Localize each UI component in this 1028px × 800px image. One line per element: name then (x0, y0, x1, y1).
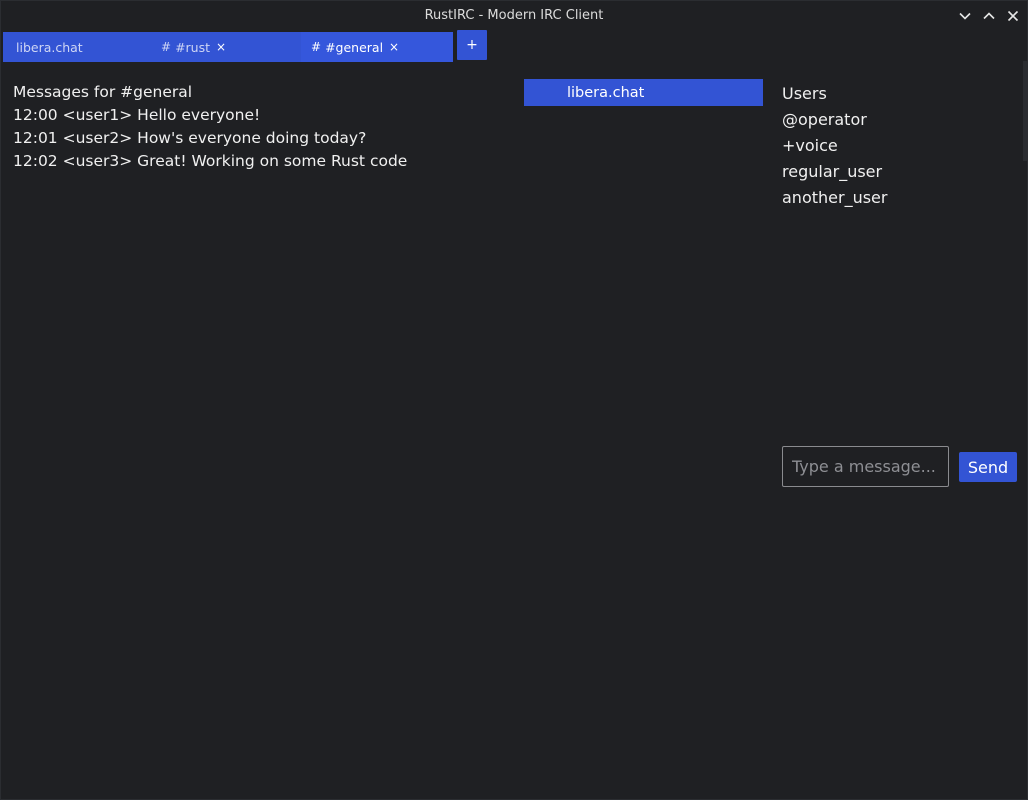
tab-label: #rust (175, 39, 211, 55)
messages-heading: Messages for #general (13, 83, 193, 101)
tab-label: libera.chat (16, 39, 83, 55)
message-pane: Messages for #general 12:00 <user1> Hell… (13, 81, 513, 173)
tab-libera-chat[interactable]: libera.chat (3, 32, 153, 62)
close-window-button[interactable] (1003, 6, 1023, 26)
tab-rust[interactable]: # #rust × (153, 32, 301, 62)
close-icon (1007, 10, 1019, 22)
new-tab-button[interactable]: + (457, 30, 487, 60)
user-item[interactable]: regular_user (782, 159, 1012, 185)
tab-close-icon[interactable]: × (216, 41, 226, 53)
users-heading: Users (782, 84, 827, 103)
user-item[interactable]: +voice (782, 133, 1012, 159)
scrollbar[interactable] (1023, 61, 1027, 161)
user-item[interactable]: another_user (782, 185, 1012, 211)
window-title: RustIRC - Modern IRC Client (424, 8, 604, 23)
server-label: libera.chat (567, 84, 645, 101)
app-window: RustIRC - Modern IRC Client libera.chat … (0, 0, 1028, 800)
send-button[interactable]: Send (959, 452, 1017, 482)
chevron-up-icon (983, 12, 995, 20)
message-input[interactable] (782, 446, 949, 487)
message-line: 12:02 <user3> Great! Working on some Rus… (13, 152, 408, 170)
chevron-down-icon (959, 12, 971, 20)
tab-close-icon[interactable]: × (389, 41, 399, 53)
tab-label: #general (325, 39, 384, 55)
user-list: Users @operator +voice regular_user anot… (782, 81, 1012, 211)
hash-icon: # (161, 40, 172, 54)
message-line: 12:01 <user2> How's everyone doing today… (13, 129, 367, 147)
tab-general[interactable]: # #general × (301, 32, 453, 62)
maximize-button[interactable] (979, 6, 999, 26)
user-item[interactable]: @operator (782, 107, 1012, 133)
minimize-button[interactable] (955, 6, 975, 26)
hash-icon: # (311, 40, 322, 54)
title-bar: RustIRC - Modern IRC Client (1, 1, 1027, 31)
message-line: 12:00 <user1> Hello everyone! (13, 106, 261, 124)
server-tree-item-libera-chat[interactable]: libera.chat (524, 79, 763, 106)
